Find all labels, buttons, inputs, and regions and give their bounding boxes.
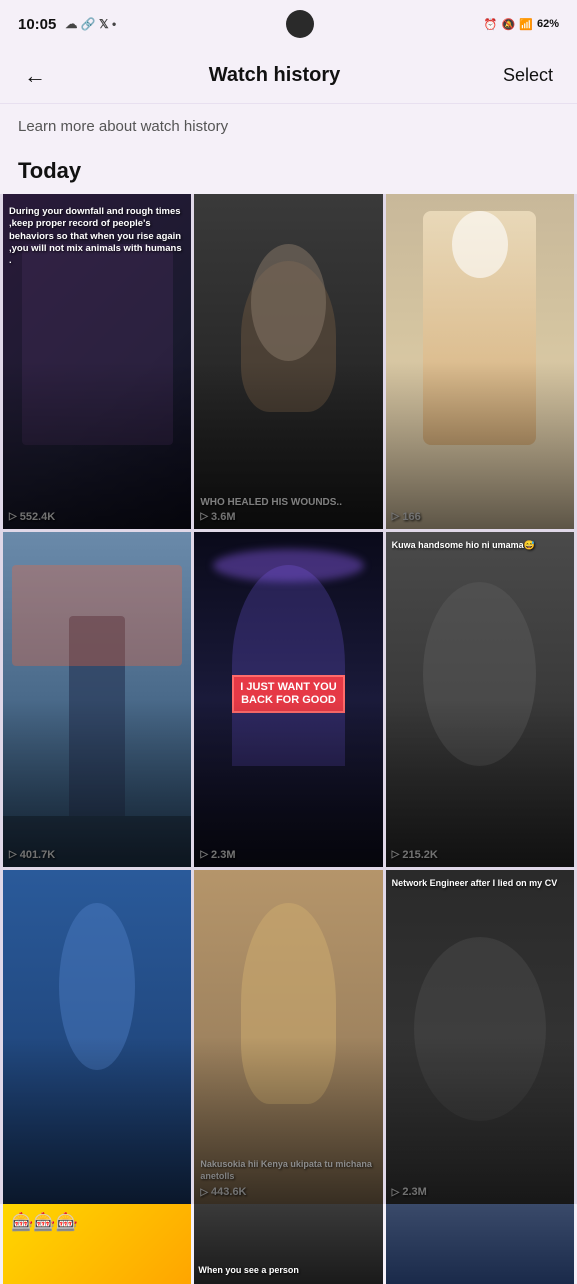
video-stats-9: ▷ 2.3M [392,1186,568,1198]
play-icon-4: ▷ [9,849,17,860]
partial-video-row: 🎰🎰🎰 When you see a person [0,1204,577,1284]
video-item-1[interactable]: During your downfall and rough times ,ke… [3,194,191,529]
page-title: Watch history [54,64,495,87]
status-icons: ☁ 🔗 𝕏 • [65,17,116,31]
video-grid: During your downfall and rough times ,ke… [0,194,577,1204]
battery-text: 62% [537,18,559,30]
partial-video-12[interactable] [386,1204,574,1284]
video-overlay-2: WHO HEALED HIS WOUNDS.. ▷ 3.6M [194,194,382,529]
partial-video-10[interactable]: 🎰🎰🎰 [3,1204,191,1284]
camera-notch [286,10,314,38]
video-caption-2: WHO HEALED HIS WOUNDS.. [200,202,376,511]
view-count-9: 2.3M [402,1186,426,1198]
emoji-display: 🎰🎰🎰 [11,1212,78,1232]
highlight-caption-5: I JUST WANT YOUBACK FOR GOOD [232,675,344,713]
video-caption-1: During your downfall and rough times ,ke… [9,202,185,511]
partial-caption-11: When you see a person [198,1260,378,1278]
play-icon-6: ▷ [392,849,400,860]
video-stats-3: ▷ 166 [392,511,568,523]
play-icon: ▷ [9,511,17,522]
video-item-4[interactable]: ▷ 401.7K [3,532,191,867]
partial-video-11[interactable]: When you see a person [194,1204,382,1284]
status-left: 10:05 ☁ 🔗 𝕏 • [18,16,116,33]
phone-frame: 10:05 ☁ 🔗 𝕏 • ⏰ 🔕 📶 62% ← Watch history … [0,0,577,1284]
video-overlay-6: Kuwa handsome hio ni umama😅 ▷ 215.2K [386,532,574,867]
mute-icon: 🔕 [502,18,516,31]
video-caption-3 [392,202,568,511]
view-count-4: 401.7K [20,849,55,861]
video-stats-8: ▷ 443.6K [200,1186,376,1198]
video-item-3[interactable]: ▷ 166 [386,194,574,529]
status-time: 10:05 [18,16,56,33]
video-item-5[interactable]: I JUST WANT YOUBACK FOR GOOD ▷ 2.3M [194,532,382,867]
video-overlay-1: During your downfall and rough times ,ke… [3,194,191,529]
video-caption-4 [9,540,185,849]
play-icon-8: ▷ [200,1187,208,1198]
play-icon-2: ▷ [200,511,208,522]
video-stats-1: ▷ 552.4K [9,511,185,523]
video-item-2[interactable]: WHO HEALED HIS WOUNDS.. ▷ 3.6M [194,194,382,529]
video-overlay-7 [3,870,191,1205]
today-label: Today [18,158,81,183]
view-count-5: 2.3M [211,849,235,861]
view-count-8: 443.6K [211,1186,246,1198]
video-stats-4: ▷ 401.7K [9,849,185,861]
status-bar: 10:05 ☁ 🔗 𝕏 • ⏰ 🔕 📶 62% [0,0,577,48]
video-item-9[interactable]: Network Engineer after I lied on my CV ▷… [386,870,574,1205]
video-item-6[interactable]: Kuwa handsome hio ni umama😅 ▷ 215.2K [386,532,574,867]
video-overlay-3: ▷ 166 [386,194,574,529]
play-icon-3: ▷ [392,511,400,522]
video-stats-2: ▷ 3.6M [200,511,376,523]
video-stats-6: ▷ 215.2K [392,849,568,861]
video-caption-6-top: Kuwa handsome hio ni umama😅 [392,540,568,552]
video-caption-8: Nakusokia hii Kenya ukipata tu michana a… [200,878,376,1187]
video-overlay-5: I JUST WANT YOUBACK FOR GOOD ▷ 2.3M [194,532,382,867]
status-right: ⏰ 🔕 📶 62% [484,18,559,31]
highlight-container: I JUST WANT YOUBACK FOR GOOD [200,540,376,849]
play-icon-5: ▷ [200,849,208,860]
video-stats-5: ▷ 2.3M [200,849,376,861]
video-caption-9-top: Network Engineer after I lied on my CV [392,878,568,890]
play-icon-9: ▷ [392,1187,400,1198]
alarm-icon: ⏰ [484,18,498,31]
video-caption-7 [9,878,185,1199]
view-count-3: 166 [402,511,420,523]
view-count-6: 215.2K [402,849,437,861]
video-item-7[interactable] [3,870,191,1205]
video-overlay-4: ▷ 401.7K [3,532,191,867]
view-count-2: 3.6M [211,511,235,523]
video-overlay-9: Network Engineer after I lied on my CV ▷… [386,870,574,1205]
learn-more-banner[interactable]: Learn more about watch history [0,104,577,150]
video-item-8[interactable]: Nakusokia hii Kenya ukipata tu michana a… [194,870,382,1205]
signal-icon: 📶 [519,18,533,31]
top-nav: ← Watch history Select [0,48,577,104]
emoji-container: 🎰🎰🎰 [3,1204,191,1241]
today-section-header: Today [0,150,577,194]
learn-more-text: Learn more about watch history [18,118,228,135]
video-overlay-8: Nakusokia hii Kenya ukipata tu michana a… [194,870,382,1205]
back-button[interactable]: ← [16,57,54,95]
select-button[interactable]: Select [495,57,561,94]
view-count-1: 552.4K [20,511,55,523]
